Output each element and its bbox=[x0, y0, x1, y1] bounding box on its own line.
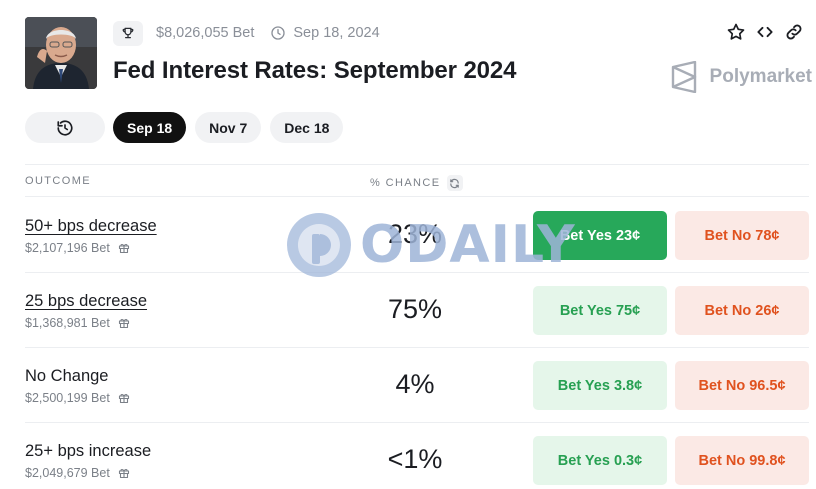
history-icon bbox=[57, 119, 73, 136]
table-row[interactable]: No Change $2,500,199 Bet 4% Bet Yes 3.8¢… bbox=[25, 348, 809, 423]
bet-no-button[interactable]: Bet No 99.8¢ bbox=[675, 436, 809, 485]
market-meta: $8,026,055 Bet Sep 18, 2024 bbox=[113, 20, 380, 46]
brand[interactable]: Polymarket bbox=[670, 61, 812, 93]
outcome-volume-value: $1,368,981 Bet bbox=[25, 316, 110, 330]
star-icon[interactable] bbox=[725, 21, 747, 43]
market-volume: $8,026,055 Bet bbox=[156, 25, 255, 41]
gift-icon bbox=[118, 392, 130, 404]
bet-no-button[interactable]: Bet No 78¢ bbox=[675, 211, 809, 260]
brand-name: Polymarket bbox=[709, 66, 812, 87]
bet-yes-button[interactable]: Bet Yes 23¢ bbox=[533, 211, 667, 260]
outcome-volume-value: $2,049,679 Bet bbox=[25, 466, 110, 480]
outcome-volume: $2,107,196 Bet bbox=[25, 241, 130, 255]
outcome-chance: 4% bbox=[395, 369, 435, 399]
market-title: Fed Interest Rates: September 2024 bbox=[113, 57, 517, 84]
bet-no-button[interactable]: Bet No 26¢ bbox=[675, 286, 809, 335]
market-header: $8,026,055 Bet Sep 18, 2024 Fed Interest… bbox=[25, 17, 815, 93]
date-selector: Sep 18 Nov 7 Dec 18 bbox=[25, 112, 352, 143]
outcome-volume: $2,500,199 Bet bbox=[25, 391, 130, 405]
outcome-volume: $1,368,981 Bet bbox=[25, 316, 130, 330]
table-row[interactable]: 50+ bps decrease $2,107,196 Bet 23% Bet … bbox=[25, 198, 809, 273]
bet-yes-button[interactable]: Bet Yes 3.8¢ bbox=[533, 361, 667, 410]
outcome-name[interactable]: 50+ bps decrease bbox=[25, 217, 157, 236]
chance-column-label: % CHANCE bbox=[370, 177, 441, 189]
embed-icon[interactable] bbox=[754, 21, 776, 43]
market-end-date: Sep 18, 2024 bbox=[293, 25, 380, 41]
date-tab-nov-7[interactable]: Nov 7 bbox=[195, 112, 262, 143]
polymarket-logo-icon bbox=[670, 61, 698, 93]
history-button[interactable] bbox=[25, 112, 105, 143]
outcome-column-header: OUTCOME bbox=[25, 175, 92, 187]
clock-icon bbox=[270, 25, 286, 41]
refresh-icon[interactable] bbox=[446, 175, 463, 191]
outcome-name[interactable]: 25 bps decrease bbox=[25, 292, 147, 311]
outcome-chance: 75% bbox=[387, 294, 443, 324]
outcome-name[interactable]: 25+ bps increase bbox=[25, 442, 151, 461]
gift-icon bbox=[118, 242, 130, 254]
outcome-chance: <1% bbox=[387, 444, 443, 474]
bet-no-button[interactable]: Bet No 96.5¢ bbox=[675, 361, 809, 410]
market-image bbox=[25, 17, 97, 89]
outcome-volume-value: $2,500,199 Bet bbox=[25, 391, 110, 405]
table-row[interactable]: 25 bps decrease $1,368,981 Bet 75% Bet Y… bbox=[25, 273, 809, 348]
bet-yes-button[interactable]: Bet Yes 75¢ bbox=[533, 286, 667, 335]
bet-yes-button[interactable]: Bet Yes 0.3¢ bbox=[533, 436, 667, 485]
market-actions bbox=[718, 21, 805, 43]
outcome-chance: 23% bbox=[387, 219, 443, 249]
gift-icon bbox=[118, 467, 130, 479]
trophy-icon bbox=[113, 20, 143, 46]
date-tab-dec-18[interactable]: Dec 18 bbox=[270, 112, 344, 143]
outcome-name[interactable]: No Change bbox=[25, 367, 108, 386]
gift-icon bbox=[118, 317, 130, 329]
chance-column-header: % CHANCE bbox=[370, 175, 463, 191]
outcome-volume-value: $2,107,196 Bet bbox=[25, 241, 110, 255]
outcome-volume: $2,049,679 Bet bbox=[25, 466, 130, 480]
outcomes-table-header: OUTCOME % CHANCE bbox=[25, 164, 809, 197]
date-tab-sep-18[interactable]: Sep 18 bbox=[113, 112, 187, 143]
table-row[interactable]: 25+ bps increase $2,049,679 Bet <1% Bet … bbox=[25, 423, 809, 489]
link-icon[interactable] bbox=[783, 21, 805, 43]
